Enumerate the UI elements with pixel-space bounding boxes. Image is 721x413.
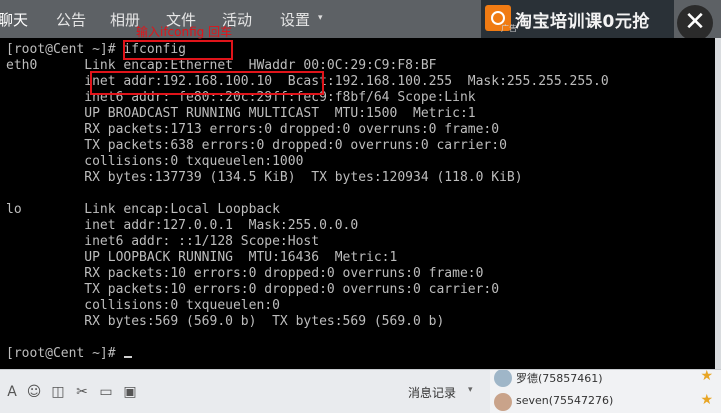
chevron-down-icon[interactable]: ▾ (318, 13, 323, 23)
terminal-line: RX packets:1713 errors:0 dropped:0 overr… (6, 122, 500, 137)
terminal-screenshot: [root@Cent ~]# ifconfig eth0 Link encap:… (0, 38, 715, 369)
terminal-line: RX bytes:569 (569.0 b) TX bytes:569 (569… (6, 314, 445, 329)
terminal-line: TX packets:638 errors:0 dropped:0 overru… (6, 138, 507, 153)
terminal-prompt-line: [root@Cent ~]# (6, 346, 133, 362)
message-record-button[interactable]: 消息记录 (408, 384, 456, 401)
close-icon[interactable]: ✕ (677, 5, 713, 41)
gift-icon[interactable]: ◫ (50, 384, 66, 400)
terminal-line: inet6 addr: ::1/128 Scope:Host (6, 234, 320, 249)
terminal-line: collisions:0 txqueuelen:0 (6, 298, 280, 313)
terminal-line: collisions:0 txqueuelen:1000 (6, 154, 304, 169)
terminal-line: RX bytes:137739 (134.5 KiB) TX bytes:120… (6, 170, 523, 185)
terminal-line: TX packets:10 errors:0 dropped:0 overrun… (6, 282, 500, 297)
terminal-line: UP LOOPBACK RUNNING MTU:16436 Metric:1 (6, 250, 398, 265)
folder-icon[interactable]: ▭ (98, 384, 114, 400)
chat-window: 聊天 公告 相册 文件 活动 设置 ▾ 广告 淘宝培训课0元抢 ✕ [root@… (0, 0, 721, 413)
image-icon[interactable]: ▣ (122, 384, 138, 400)
star-icon: ★ (700, 392, 713, 408)
tab-announcement[interactable]: 公告 (56, 9, 86, 30)
terminal-line: inet addr:127.0.0.1 Mask:255.0.0.0 (6, 218, 359, 233)
scrollbar[interactable] (715, 38, 721, 369)
cursor-icon (124, 356, 133, 358)
member-item[interactable]: seven(75547276) ★ (490, 391, 721, 413)
member-name: 罗德(75857461) (516, 372, 603, 385)
emoji-icon[interactable]: ☺ (26, 384, 42, 400)
avatar (494, 393, 512, 411)
ad-text: 淘宝培训课0元抢 (515, 12, 650, 32)
terminal-prompt: [root@Cent ~]# (6, 346, 124, 361)
member-name: seven(75547276) (516, 394, 614, 407)
member-list: 罗德(75857461) ★ seven(75547276) ★ (490, 369, 721, 413)
terminal-line: RX packets:10 errors:0 dropped:0 overrun… (6, 266, 484, 281)
terminal-line: lo Link encap:Local Loopback (6, 202, 280, 217)
ad-banner[interactable]: 广告 淘宝培训课0元抢 (481, 0, 674, 38)
chevron-down-icon[interactable]: ▾ (468, 385, 473, 395)
chat-toolbar: A ☺ ◫ ✂ ▭ ▣ 消息记录 ▾ (0, 369, 490, 413)
terminal-line: UP BROADCAST RUNNING MULTICAST MTU:1500 … (6, 106, 476, 121)
ip-highlight-box (90, 71, 324, 95)
command-highlight-box (123, 40, 233, 60)
font-icon[interactable]: A (4, 384, 20, 400)
annotation-text: 输入ifconfig 回车 (136, 25, 233, 39)
screenshot-icon[interactable]: ✂ (74, 384, 90, 400)
tab-settings[interactable]: 设置 (280, 9, 310, 30)
avatar (494, 370, 512, 387)
tab-chat[interactable]: 聊天 (0, 9, 28, 30)
star-icon: ★ (700, 369, 713, 384)
member-item[interactable]: 罗德(75857461) ★ (490, 369, 721, 389)
